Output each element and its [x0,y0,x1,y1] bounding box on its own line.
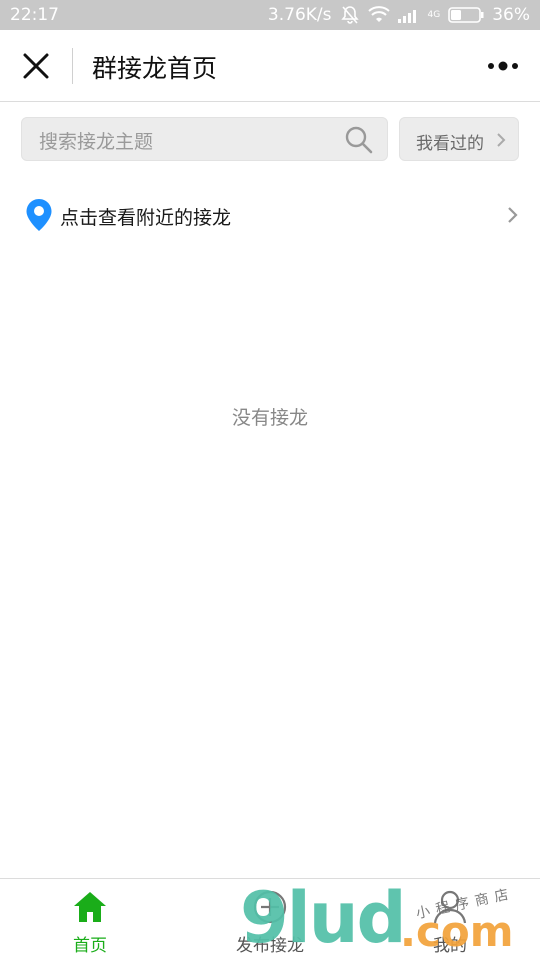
close-icon[interactable] [20,50,52,82]
tab-mine[interactable]: 我的 [360,879,540,960]
home-icon [72,889,108,925]
status-time: 22:17 [10,5,59,25]
search-placeholder: 搜索接龙主题 [39,131,154,153]
bell-off-icon [340,5,360,25]
tab-home[interactable]: 首页 [0,879,180,960]
tab-publish[interactable]: 发布接龙 [180,879,360,960]
chevron-right-icon [507,206,518,224]
network-type: 4G [427,10,441,20]
status-right: 3.76K/s 4G 36% [268,5,530,25]
viewed-history-button[interactable]: 我看过的 [399,117,519,161]
nearby-jielong-row[interactable]: 点击查看附近的接龙 [0,190,540,240]
search-input[interactable]: 搜索接龙主题 [21,117,388,161]
nav-divider [72,48,73,84]
tab-publish-label: 发布接龙 [236,936,304,956]
net-speed: 3.76K/s [267,5,332,25]
nearby-label: 点击查看附近的接龙 [60,207,232,229]
search-icon[interactable] [344,125,374,155]
battery-percent: 36% [492,5,530,25]
signal-icon [397,7,420,23]
status-bar: 22:17 3.76K/s 4G 36% [0,0,540,30]
location-pin-icon [25,198,53,232]
page-title: 群接龙首页 [92,54,218,83]
plus-circle-icon [252,889,288,925]
viewed-history-label: 我看过的 [416,134,484,154]
person-icon [432,889,468,925]
empty-state-text: 没有接龙 [231,407,308,429]
chevron-right-icon [496,132,506,148]
tab-mine-label: 我的 [433,936,467,956]
navigation-bar: 群接龙首页 [0,30,540,102]
tab-bar: 首页 发布接龙 我的 [0,878,540,960]
more-icon[interactable] [486,56,520,76]
battery-icon [448,7,484,23]
tab-home-label: 首页 [73,936,107,956]
wifi-icon [367,6,390,24]
